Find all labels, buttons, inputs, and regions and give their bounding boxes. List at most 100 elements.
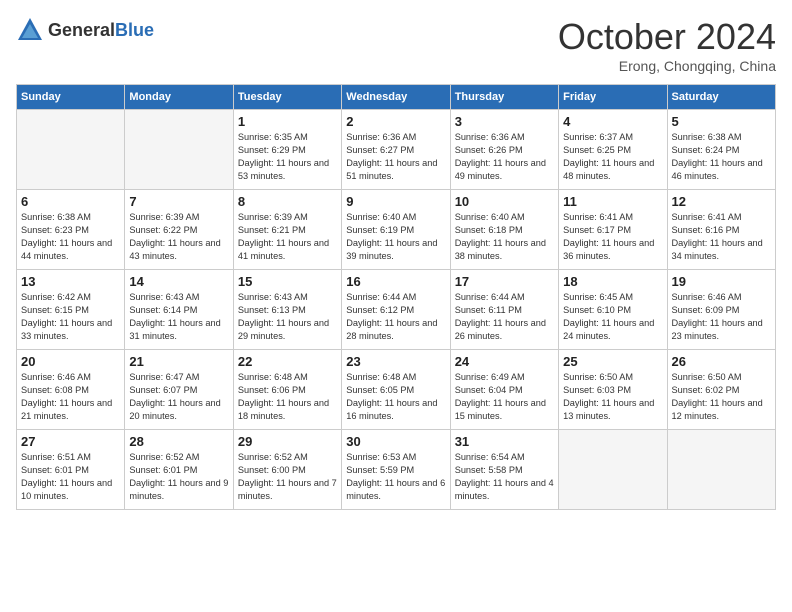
day-detail: Sunrise: 6:39 AMSunset: 6:21 PMDaylight:… (238, 211, 337, 263)
day-detail: Sunrise: 6:46 AMSunset: 6:08 PMDaylight:… (21, 371, 120, 423)
weekday-header-friday: Friday (559, 85, 667, 110)
calendar-cell: 15 Sunrise: 6:43 AMSunset: 6:13 PMDayligh… (233, 270, 341, 350)
day-detail: Sunrise: 6:54 AMSunset: 5:58 PMDaylight:… (455, 451, 554, 503)
calendar-cell (667, 430, 775, 510)
day-number: 19 (672, 274, 771, 289)
weekday-header-saturday: Saturday (667, 85, 775, 110)
day-number: 29 (238, 434, 337, 449)
calendar-cell: 26Sunrise: 6:50 AMSunset: 6:02 PMDayligh… (667, 350, 775, 430)
day-detail: Sunrise: 6:48 AMSunset: 6:06 PMDaylight:… (238, 371, 337, 423)
calendar-table: SundayMondayTuesdayWednesdayThursdayFrid… (16, 84, 776, 510)
calendar-cell: 3 Sunrise: 6:36 AMSunset: 6:26 PMDaylight… (450, 110, 558, 190)
calendar-cell: 20 Sunrise: 6:46 AMSunset: 6:08 PMDayligh… (17, 350, 125, 430)
weekday-header-thursday: Thursday (450, 85, 558, 110)
logo: GeneralBlue (16, 16, 154, 44)
day-number: 11 (563, 194, 662, 209)
page-header: GeneralBlue October 2024 Erong, Chongqin… (16, 16, 776, 74)
day-detail: Sunrise: 6:43 AMSunset: 6:14 PMDaylight:… (129, 291, 228, 343)
calendar-cell: 10 Sunrise: 6:40 AMSunset: 6:18 PMDayligh… (450, 190, 558, 270)
day-number: 3 (455, 114, 554, 129)
day-number: 20 (21, 354, 120, 369)
calendar-cell: 6Sunrise: 6:38 AMSunset: 6:23 PMDaylight… (17, 190, 125, 270)
day-number: 14 (129, 274, 228, 289)
calendar-week-row: 1Sunrise: 6:35 AMSunset: 6:29 PMDaylight… (17, 110, 776, 190)
calendar-week-row: 27 Sunrise: 6:51 AMSunset: 6:01 PMDayligh… (17, 430, 776, 510)
day-detail: Sunrise: 6:50 AMSunset: 6:03 PMDaylight:… (563, 371, 662, 423)
day-detail: Sunrise: 6:35 AMSunset: 6:29 PMDaylight:… (238, 131, 337, 183)
day-detail: Sunrise: 6:52 AMSunset: 6:01 PMDaylight:… (129, 451, 228, 503)
calendar-cell: 12 Sunrise: 6:41 AMSunset: 6:16 PMDayligh… (667, 190, 775, 270)
calendar-cell: 25 Sunrise: 6:50 AMSunset: 6:03 PMDayligh… (559, 350, 667, 430)
weekday-header-row: SundayMondayTuesdayWednesdayThursdayFrid… (17, 85, 776, 110)
logo-general-text: General (48, 20, 115, 40)
calendar-cell: 23Sunrise: 6:48 AMSunset: 6:05 PMDayligh… (342, 350, 450, 430)
day-number: 16 (346, 274, 445, 289)
calendar-cell: 11 Sunrise: 6:41 AMSunset: 6:17 PMDayligh… (559, 190, 667, 270)
month-title: October 2024 (558, 16, 776, 58)
weekday-header-wednesday: Wednesday (342, 85, 450, 110)
day-number: 15 (238, 274, 337, 289)
calendar-cell: 19 Sunrise: 6:46 AMSunset: 6:09 PMDayligh… (667, 270, 775, 350)
calendar-cell: 5 Sunrise: 6:38 AMSunset: 6:24 PMDaylight… (667, 110, 775, 190)
calendar-cell: 30 Sunrise: 6:53 AMSunset: 5:59 PMDayligh… (342, 430, 450, 510)
day-number: 9 (346, 194, 445, 209)
day-detail: Sunrise: 6:36 AMSunset: 6:26 PMDaylight:… (455, 131, 554, 183)
day-detail: Sunrise: 6:51 AMSunset: 6:01 PMDaylight:… (21, 451, 120, 503)
day-number: 26 (672, 354, 771, 369)
day-number: 8 (238, 194, 337, 209)
day-detail: Sunrise: 6:42 AMSunset: 6:15 PMDaylight:… (21, 291, 120, 343)
calendar-week-row: 20 Sunrise: 6:46 AMSunset: 6:08 PMDayligh… (17, 350, 776, 430)
calendar-cell: 18 Sunrise: 6:45 AMSunset: 6:10 PMDayligh… (559, 270, 667, 350)
calendar-cell: 17 Sunrise: 6:44 AMSunset: 6:11 PMDayligh… (450, 270, 558, 350)
day-number: 18 (563, 274, 662, 289)
day-detail: Sunrise: 6:45 AMSunset: 6:10 PMDaylight:… (563, 291, 662, 343)
day-number: 27 (21, 434, 120, 449)
calendar-cell: 14 Sunrise: 6:43 AMSunset: 6:14 PMDayligh… (125, 270, 233, 350)
day-number: 31 (455, 434, 554, 449)
day-detail: Sunrise: 6:44 AMSunset: 6:11 PMDaylight:… (455, 291, 554, 343)
day-number: 25 (563, 354, 662, 369)
day-number: 6 (21, 194, 120, 209)
calendar-cell: 2Sunrise: 6:36 AMSunset: 6:27 PMDaylight… (342, 110, 450, 190)
day-detail: Sunrise: 6:52 AMSunset: 6:00 PMDaylight:… (238, 451, 337, 503)
day-detail: Sunrise: 6:43 AMSunset: 6:13 PMDaylight:… (238, 291, 337, 343)
calendar-week-row: 13Sunrise: 6:42 AMSunset: 6:15 PMDayligh… (17, 270, 776, 350)
day-detail: Sunrise: 6:40 AMSunset: 6:18 PMDaylight:… (455, 211, 554, 263)
day-number: 10 (455, 194, 554, 209)
day-detail: Sunrise: 6:47 AMSunset: 6:07 PMDaylight:… (129, 371, 228, 423)
day-detail: Sunrise: 6:41 AMSunset: 6:16 PMDaylight:… (672, 211, 771, 263)
day-number: 30 (346, 434, 445, 449)
day-number: 17 (455, 274, 554, 289)
logo-icon (16, 16, 44, 44)
day-number: 5 (672, 114, 771, 129)
calendar-cell: 27 Sunrise: 6:51 AMSunset: 6:01 PMDayligh… (17, 430, 125, 510)
calendar-cell: 31 Sunrise: 6:54 AMSunset: 5:58 PMDayligh… (450, 430, 558, 510)
day-detail: Sunrise: 6:49 AMSunset: 6:04 PMDaylight:… (455, 371, 554, 423)
calendar-cell: 8 Sunrise: 6:39 AMSunset: 6:21 PMDaylight… (233, 190, 341, 270)
day-number: 22 (238, 354, 337, 369)
weekday-header-sunday: Sunday (17, 85, 125, 110)
calendar-cell: 1Sunrise: 6:35 AMSunset: 6:29 PMDaylight… (233, 110, 341, 190)
calendar-cell: 13Sunrise: 6:42 AMSunset: 6:15 PMDayligh… (17, 270, 125, 350)
weekday-header-tuesday: Tuesday (233, 85, 341, 110)
day-detail: Sunrise: 6:36 AMSunset: 6:27 PMDaylight:… (346, 131, 445, 183)
day-number: 12 (672, 194, 771, 209)
day-number: 24 (455, 354, 554, 369)
day-detail: Sunrise: 6:37 AMSunset: 6:25 PMDaylight:… (563, 131, 662, 183)
day-detail: Sunrise: 6:53 AMSunset: 5:59 PMDaylight:… (346, 451, 445, 503)
day-detail: Sunrise: 6:40 AMSunset: 6:19 PMDaylight:… (346, 211, 445, 263)
day-number: 28 (129, 434, 228, 449)
calendar-cell (17, 110, 125, 190)
calendar-cell (125, 110, 233, 190)
day-number: 7 (129, 194, 228, 209)
day-detail: Sunrise: 6:41 AMSunset: 6:17 PMDaylight:… (563, 211, 662, 263)
day-detail: Sunrise: 6:38 AMSunset: 6:24 PMDaylight:… (672, 131, 771, 183)
calendar-cell: 9 Sunrise: 6:40 AMSunset: 6:19 PMDaylight… (342, 190, 450, 270)
day-detail: Sunrise: 6:39 AMSunset: 6:22 PMDaylight:… (129, 211, 228, 263)
calendar-cell (559, 430, 667, 510)
day-number: 4 (563, 114, 662, 129)
calendar-week-row: 6Sunrise: 6:38 AMSunset: 6:23 PMDaylight… (17, 190, 776, 270)
day-detail: Sunrise: 6:46 AMSunset: 6:09 PMDaylight:… (672, 291, 771, 343)
weekday-header-monday: Monday (125, 85, 233, 110)
calendar-cell: 16Sunrise: 6:44 AMSunset: 6:12 PMDayligh… (342, 270, 450, 350)
